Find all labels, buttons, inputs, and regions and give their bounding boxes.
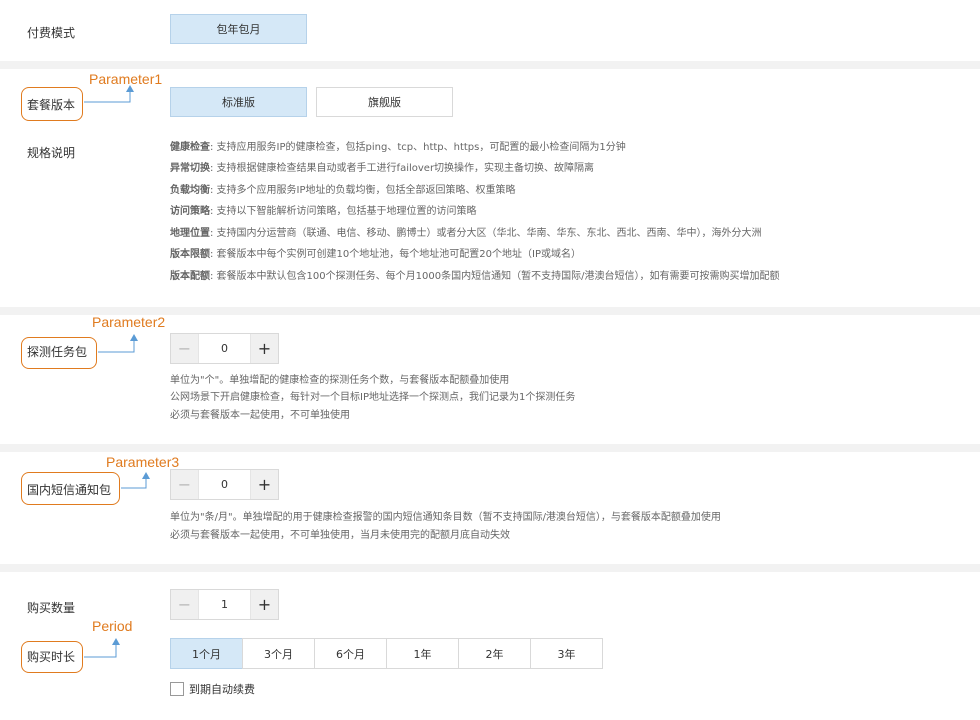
spec-row: 访问策略: 支持以下智能解析访问策略，包括基于地理位置的访问策略 [170, 205, 477, 219]
annotation-box-parameter1 [21, 87, 83, 121]
annotation-text-parameter2: Parameter2 [92, 314, 166, 330]
spec-row: 版本配额: 套餐版本中默认包含100个探测任务、每个月1000条国内短信通知（暂… [170, 270, 779, 284]
plan-option-flagship[interactable]: 旗舰版 [316, 87, 453, 117]
purchase-increment-button[interactable]: + [251, 590, 278, 619]
sms-quantity-input[interactable]: 0 [198, 470, 251, 499]
spec-row: 版本限额: 套餐版本中每个实例可创建10个地址池，每个地址池可配置20个地址（I… [170, 248, 581, 262]
spec-text: : 支持根据健康检查结果自动或者手工进行failover切换操作，实现主备切换、… [210, 163, 595, 174]
sms-quantity-stepper: − 0 + [170, 469, 279, 500]
spec-label: 规格说明 [27, 146, 76, 160]
probe-section: 探测任务包 − 0 + 单位为"个"。单独增配的健康检查的探测任务个数，与套餐版… [0, 315, 980, 444]
period-option-2-years[interactable]: 2年 [458, 638, 531, 669]
purchase-quantity-input[interactable]: 1 [198, 590, 251, 619]
annotation-box-period [21, 641, 83, 673]
sms-desc-line: 单位为"条/月"。单独增配的用于健康检查报警的国内短信通知条目数（暂不支持国际/… [170, 512, 721, 523]
spec-text: : 支持以下智能解析访问策略，包括基于地理位置的访问策略 [210, 206, 477, 217]
auto-renew-row: 到期自动续费 [170, 681, 255, 697]
annotation-box-parameter3 [21, 472, 120, 505]
payment-mode-label: 付费模式 [27, 26, 76, 40]
spec-text: : 套餐版本中默认包含100个探测任务、每个月1000条国内短信通知（暂不支持国… [210, 271, 780, 282]
auto-renew-checkbox[interactable] [170, 682, 184, 696]
probe-desc-line: 必须与套餐版本一起使用，不可单独使用 [170, 410, 350, 421]
spec-key: 异常切换 [170, 163, 210, 174]
sms-desc-line: 必须与套餐版本一起使用，不可单独使用，当月未使用完的配额月底自动失效 [170, 530, 510, 541]
probe-quantity-stepper: − 0 + [170, 333, 279, 364]
plan-option-standard[interactable]: 标准版 [170, 87, 307, 117]
probe-quantity-input[interactable]: 0 [198, 334, 251, 363]
spec-key: 版本限额 [170, 249, 210, 260]
period-option-1-month[interactable]: 1个月 [170, 638, 243, 669]
spec-text: : 支持应用服务IP的健康检查，包括ping、tcp、http、https，可配… [210, 142, 626, 153]
period-option-6-months[interactable]: 6个月 [314, 638, 387, 669]
probe-desc-line: 单位为"个"。单独增配的健康检查的探测任务个数，与套餐版本配额叠加使用 [170, 375, 510, 386]
spec-text: : 套餐版本中每个实例可创建10个地址池，每个地址池可配置20个地址（IP或域名… [210, 249, 581, 260]
spec-key: 负载均衡 [170, 185, 210, 196]
annotation-text-period: Period [92, 618, 133, 634]
spec-row: 地理位置: 支持国内分运营商（联通、电信、移动、鹏博士）或者分大区（华北、华南、… [170, 227, 762, 241]
spec-row: 负载均衡: 支持多个应用服务IP地址的负载均衡，包括全部返回策略、权重策略 [170, 184, 516, 198]
probe-decrement-button[interactable]: − [171, 334, 198, 363]
spec-key: 健康检查 [170, 142, 210, 153]
plan-section: 套餐版本 标准版 旗舰版 规格说明 健康检查: 支持应用服务IP的健康检查，包括… [0, 69, 980, 307]
probe-desc-line: 公网场景下开启健康检查，每针对一个目标IP地址选择一个探测点，我们记录为1个探测… [170, 392, 576, 403]
period-option-3-months[interactable]: 3个月 [242, 638, 315, 669]
spec-row: 异常切换: 支持根据健康检查结果自动或者手工进行failover切换操作，实现主… [170, 162, 594, 176]
payment-section: 付费模式 包年包月 [0, 0, 980, 61]
auto-renew-label: 到期自动续费 [189, 683, 255, 696]
annotation-text-parameter3: Parameter3 [106, 454, 180, 470]
sms-decrement-button[interactable]: − [171, 470, 198, 499]
period-selector: 1个月 3个月 6个月 1年 2年 3年 [170, 638, 603, 669]
annotation-text-parameter1: Parameter1 [89, 71, 163, 87]
spec-key: 访问策略 [170, 206, 210, 217]
spec-key: 版本配额 [170, 271, 210, 282]
period-option-3-years[interactable]: 3年 [530, 638, 603, 669]
period-option-1-year[interactable]: 1年 [386, 638, 459, 669]
probe-increment-button[interactable]: + [251, 334, 278, 363]
purchase-decrement-button[interactable]: − [171, 590, 198, 619]
spec-row: 健康检查: 支持应用服务IP的健康检查，包括ping、tcp、http、http… [170, 141, 626, 155]
sms-increment-button[interactable]: + [251, 470, 278, 499]
purchase-quantity-stepper: − 1 + [170, 589, 279, 620]
payment-option-prepaid[interactable]: 包年包月 [170, 14, 307, 44]
spec-key: 地理位置 [170, 228, 210, 239]
purchase-quantity-label: 购买数量 [27, 601, 76, 615]
spec-text: : 支持多个应用服务IP地址的负载均衡，包括全部返回策略、权重策略 [210, 185, 516, 196]
purchase-section: 购买数量 − 1 + 购买时长 1个月 3个月 6个月 1年 2年 3年 到期自… [0, 572, 980, 720]
spec-text: : 支持国内分运营商（联通、电信、移动、鹏博士）或者分大区（华北、华南、华东、东… [210, 228, 762, 239]
annotation-box-parameter2 [21, 337, 97, 369]
